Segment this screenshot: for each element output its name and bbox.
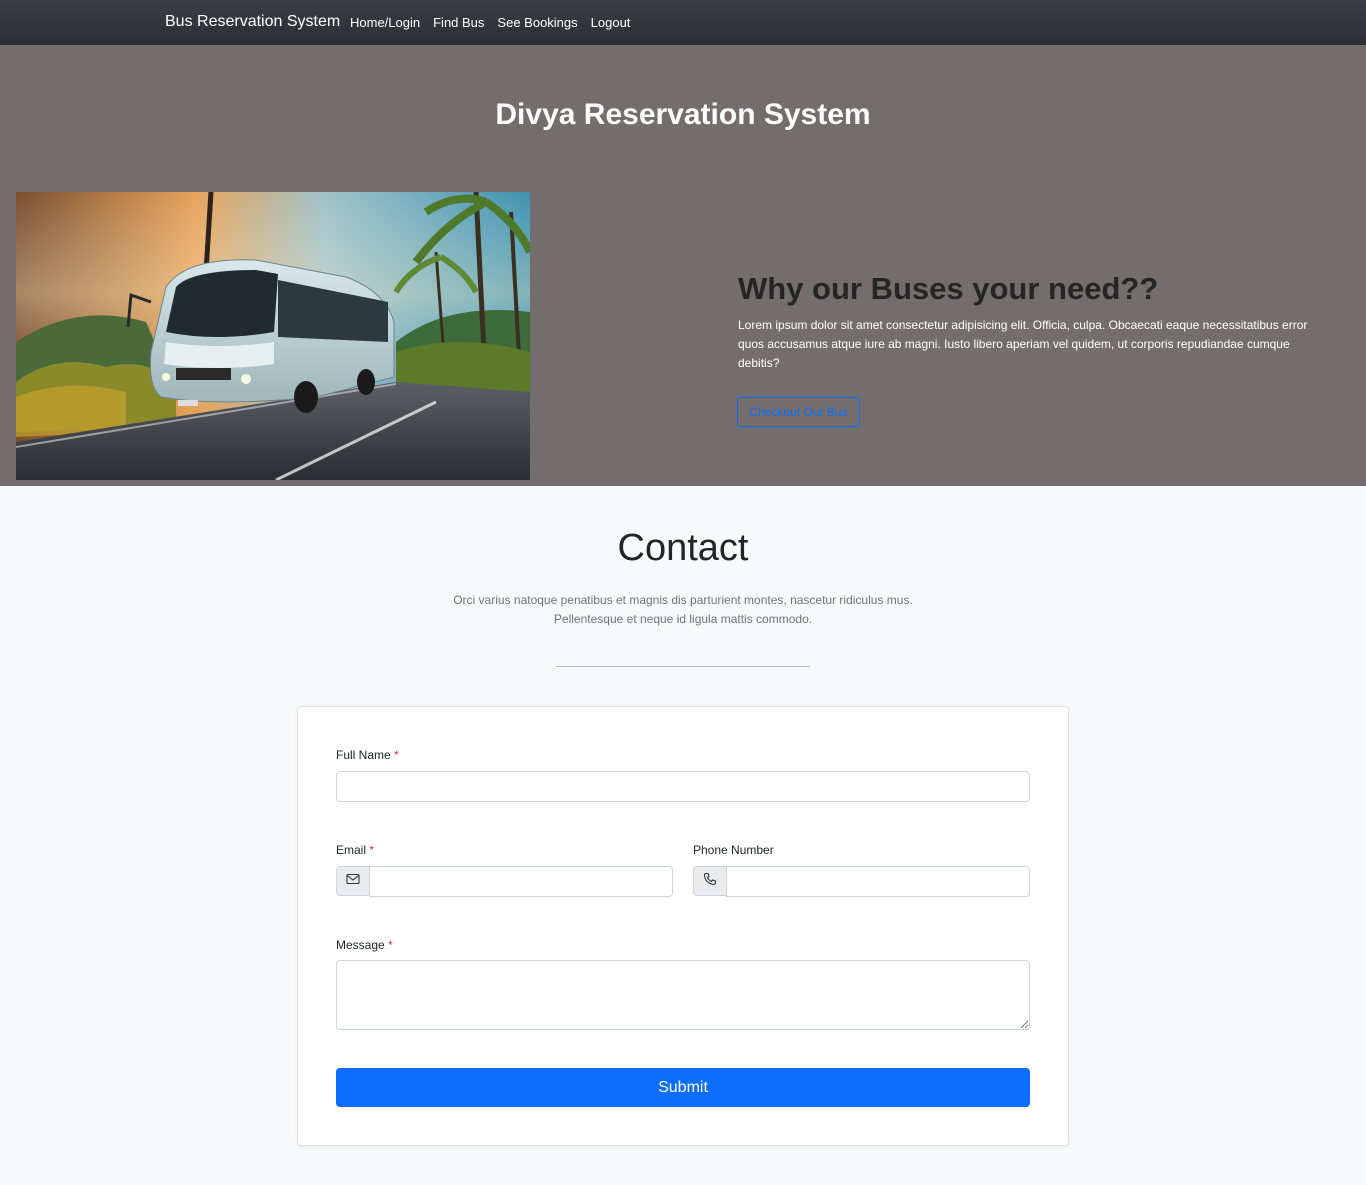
contact-subtitle: Orci varius natoque penatibus et magnis … — [453, 593, 913, 626]
top-navbar: Bus Reservation System Home/Login Find B… — [0, 0, 1366, 45]
hero-title: Divya Reservation System — [495, 98, 871, 131]
hero-section: Divya Reservation System Why our Buses y… — [0, 45, 1366, 486]
message-textarea[interactable] — [336, 960, 1030, 1030]
contact-form: Full Name * Email * Phone Number Message… — [297, 706, 1069, 1146]
envelope-icon — [346, 872, 360, 890]
nav-link-find-bus[interactable]: Find Bus — [433, 15, 484, 30]
why-title: Why our Buses your need?? — [738, 271, 1159, 306]
section-divider — [556, 666, 810, 667]
email-label: Email * — [336, 843, 375, 857]
phone-label: Phone Number — [693, 843, 774, 857]
email-addon — [336, 866, 370, 896]
full-name-label: Full Name * — [336, 748, 399, 762]
navbar-brand[interactable]: Bus Reservation System — [165, 13, 340, 31]
nav-links: Home/Login Find Bus See Bookings Logout — [350, 15, 630, 30]
required-mark: * — [388, 938, 393, 952]
nav-link-home-login[interactable]: Home/Login — [350, 15, 420, 30]
required-mark: * — [394, 748, 399, 762]
phone-icon — [703, 872, 717, 891]
phone-input[interactable] — [726, 866, 1030, 897]
message-label: Message * — [336, 938, 393, 952]
why-description: Lorem ipsum dolor sit amet consectetur a… — [738, 318, 1308, 370]
contact-title: Contact — [617, 527, 749, 569]
required-mark: * — [369, 843, 375, 857]
bus-photo — [16, 192, 530, 480]
nav-link-see-bookings[interactable]: See Bookings — [497, 15, 577, 30]
nav-link-logout[interactable]: Logout — [591, 15, 631, 30]
checkout-bus-button[interactable]: Checkout Our Bus — [737, 397, 860, 427]
email-input[interactable] — [369, 866, 673, 897]
full-name-input[interactable] — [336, 771, 1030, 802]
submit-button[interactable]: Submit — [336, 1068, 1030, 1107]
phone-addon — [693, 866, 727, 896]
